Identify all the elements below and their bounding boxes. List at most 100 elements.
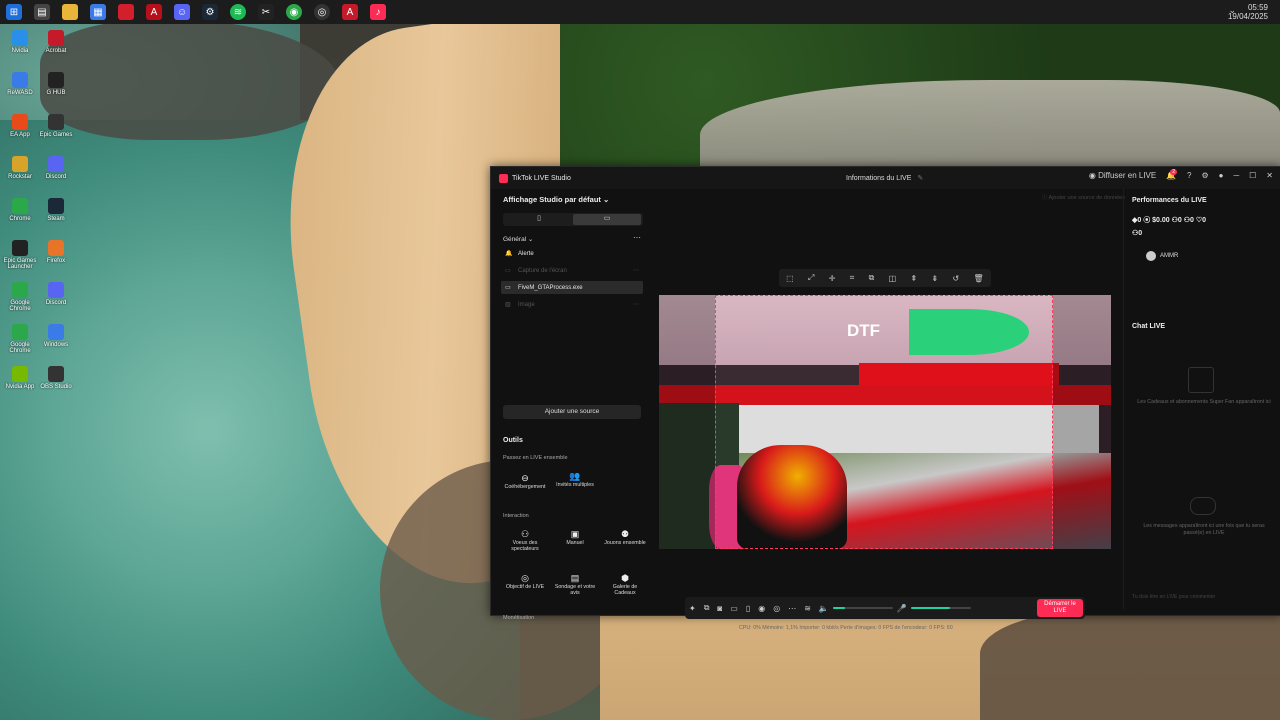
desktop-icon-5[interactable]: Epic Games — [38, 114, 74, 138]
camera-icon[interactable]: ◙ — [717, 604, 722, 613]
minimize-button[interactable]: ─ — [1233, 171, 1239, 180]
add-source-button[interactable]: Ajouter une source — [503, 405, 641, 419]
add-data-source-hint[interactable]: ⓘ Ajouter une source de données — [1042, 193, 1125, 201]
layers-icon[interactable]: ⧉ — [704, 603, 710, 613]
start-live-button[interactable]: Démarrer le LIVE — [1037, 599, 1083, 617]
source-more-icon[interactable]: ⋯ — [633, 301, 639, 308]
edit-icon[interactable]: ✎ — [917, 175, 923, 182]
desktop-icon-4[interactable]: EA App — [2, 114, 38, 138]
explorer-folder-icon[interactable] — [62, 4, 78, 20]
close-button[interactable]: ✕ — [1266, 171, 1273, 180]
record-icon[interactable]: ◉ — [758, 604, 765, 613]
desktop-icon-12[interactable]: Google Chrome — [2, 282, 38, 312]
tool-live-goal[interactable]: ◎ Objectif de LIVE — [503, 573, 547, 590]
microphone-icon[interactable]: 🎤 — [897, 604, 907, 613]
desktop-icon-11[interactable]: Firefox — [38, 240, 74, 264]
center-icon[interactable]: ✛ — [829, 274, 836, 283]
obs-icon[interactable]: ◎ — [314, 4, 330, 20]
discord-icon[interactable]: ☺ — [174, 4, 190, 20]
portrait-tab[interactable]: ▯ — [505, 214, 573, 225]
desktop-icon-10[interactable]: Epic Games Launcher — [2, 240, 38, 270]
layer-up-icon[interactable]: ⇞ — [911, 274, 918, 283]
layout-selector[interactable]: Affichage Studio par défaut ⌄ — [503, 195, 609, 204]
more-icon[interactable]: ⋯ — [788, 604, 796, 613]
undo-icon[interactable]: ↺ — [953, 274, 960, 283]
source-item[interactable]: 🔔 Alerte — [501, 247, 643, 260]
share-live-label: Diffuser en LIVE — [1098, 171, 1157, 180]
desktop-icon-8[interactable]: Chrome — [2, 198, 38, 222]
tool-viewers-voice[interactable]: ⚇ Voeux des spectateurs — [503, 530, 547, 553]
desktop-icon-2[interactable]: ReWASD — [2, 72, 38, 96]
avatar-icon[interactable]: ● — [1219, 171, 1224, 180]
windows-start-icon[interactable]: ⊞ — [6, 4, 22, 20]
tiktok-live-studio-icon[interactable]: ♪ — [370, 4, 386, 20]
desktop-icon-16[interactable]: Nvidia App — [2, 366, 38, 390]
calendar-icon[interactable]: ▦ — [90, 4, 106, 20]
select-icon[interactable]: ⬚ — [786, 274, 794, 283]
desktop-icon-14[interactable]: Google Chrome — [2, 324, 38, 354]
desktop-icon-label: Acrobat — [45, 48, 67, 54]
delete-icon[interactable]: 🗑 — [974, 274, 984, 283]
desktop-icon-13[interactable]: Discord — [38, 282, 74, 306]
poll-icon: ▤ — [570, 573, 580, 583]
file-explorer-icon[interactable]: ▤ — [34, 4, 50, 20]
speaker-volume-slider[interactable] — [832, 607, 893, 609]
live-info-title[interactable]: Informations du LIVE ✎ — [846, 174, 923, 182]
magic-icon[interactable]: ✦ — [689, 604, 696, 613]
source-item[interactable]: ▭ FiveM_GTAProcess.exe — [501, 281, 643, 294]
scene-selector[interactable]: Général ⌄ — [503, 235, 533, 243]
tool-poll[interactable]: ▤ Sondage et votre avis — [553, 573, 597, 597]
taskbar-clock[interactable]: 05:59 19/04/2025 — [1228, 3, 1268, 21]
adobe-icon[interactable]: A — [342, 4, 358, 20]
desktop-icon-label: Epic Games Launcher — [3, 258, 37, 270]
notification-bell[interactable]: 🔔2 — [1166, 169, 1177, 180]
more-options-icon[interactable]: ⋯ — [633, 233, 641, 242]
target-icon: ◎ — [521, 573, 529, 583]
chat-input[interactable]: Tu dois être en LIVE pour commenter — [1130, 591, 1276, 603]
stream-preview-canvas[interactable]: DTF — [659, 295, 1111, 549]
desktop-icon-7[interactable]: Discord — [38, 156, 74, 180]
tool-play-together[interactable]: ⚉ Jouons ensemble — [603, 530, 647, 546]
live-dot-icon[interactable]: ◎ — [773, 604, 780, 613]
desktop-icon-0[interactable]: Nvidia — [2, 30, 38, 54]
mic-volume-fill — [910, 607, 950, 609]
tool-gift-gallery[interactable]: ⬢ Galerie de Cadeaux — [603, 574, 647, 597]
red-app-icon[interactable] — [118, 4, 134, 20]
spotify-icon[interactable]: ≋ — [230, 4, 246, 20]
crop-icon[interactable]: ⌗ — [850, 273, 855, 283]
source-selection-box[interactable] — [715, 295, 1053, 549]
tool-multi-guest[interactable]: 👥 Invités multiples — [553, 472, 597, 488]
capcut-icon[interactable]: ✂ — [258, 4, 274, 20]
phone-icon[interactable]: ▯ — [746, 604, 750, 613]
settings-icon[interactable]: ⚙ — [1201, 171, 1208, 180]
mixer-icon[interactable]: ≋ — [804, 604, 811, 613]
tool-cohost[interactable]: ⊖ Coéhébergement — [503, 474, 547, 490]
source-label: Image — [518, 301, 535, 308]
desktop-icon-17[interactable]: OBS Studio — [38, 366, 74, 390]
tool-manual[interactable]: ▣ Manuel — [553, 530, 597, 546]
source-item[interactable]: ▨ Image ⋯ — [501, 298, 643, 311]
app-icon — [12, 324, 28, 340]
steam-icon[interactable]: ⚙ — [202, 4, 218, 20]
help-icon[interactable]: ? — [1187, 171, 1191, 180]
desktop-icon-6[interactable]: Rockstar — [2, 156, 38, 180]
copy-icon[interactable]: ⧉ — [869, 273, 875, 283]
desktop-icon-1[interactable]: Acrobat — [38, 30, 74, 54]
chrome-icon[interactable]: ◉ — [286, 4, 302, 20]
layer-down-icon[interactable]: ⇟ — [932, 274, 939, 283]
desktop-icon-9[interactable]: Steam — [38, 198, 74, 222]
desktop-icon-15[interactable]: Windows — [38, 324, 74, 348]
mic-volume-slider[interactable] — [910, 607, 971, 609]
landscape-tab[interactable]: ▭ — [573, 214, 641, 225]
maximize-button[interactable]: ☐ — [1249, 171, 1256, 180]
screen-icon[interactable]: ▭ — [730, 604, 738, 613]
speaker-icon[interactable]: 🔈 — [819, 604, 829, 613]
user-entry[interactable]: AMMR — [1146, 251, 1178, 261]
source-item[interactable]: ▭ Capture de l'écran ⋯ — [501, 264, 643, 277]
fit-icon[interactable]: ⤢ — [808, 273, 814, 283]
source-more-icon[interactable]: ⋯ — [633, 267, 639, 274]
acrobat-icon[interactable]: A — [146, 4, 162, 20]
flip-icon[interactable]: ◫ — [889, 274, 897, 283]
share-live-button[interactable]: ◉ Diffuser en LIVE — [1089, 171, 1156, 180]
desktop-icon-3[interactable]: G HUB — [38, 72, 74, 96]
